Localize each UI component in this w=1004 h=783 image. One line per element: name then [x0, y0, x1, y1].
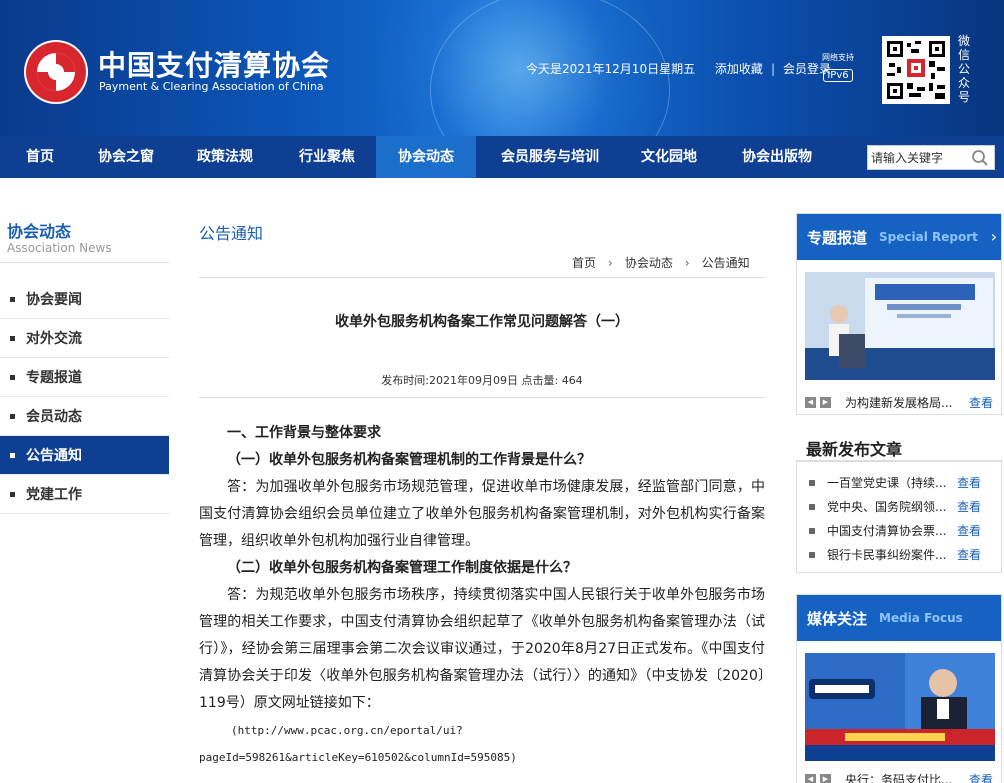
- special-report-box: 专题报道 Special Report › ◀ ▶ 为构建新发展格局... 查看: [796, 213, 1002, 415]
- article-title: 收单外包服务机构备案工作常见问题解答（一）: [335, 314, 629, 330]
- nav-home[interactable]: 首页: [0, 136, 80, 178]
- bullet-icon: [809, 551, 815, 558]
- list-item[interactable]: 中国支付清算协会票... 查看: [809, 522, 995, 539]
- search-input[interactable]: [868, 146, 968, 169]
- org-name-en: Payment & Clearing Association of China: [99, 80, 324, 93]
- latest-articles-list: 一百堂党史课（持续... 查看 党中央、国务院纲领... 查看 中国支付清算协会票.…: [796, 460, 1002, 573]
- top-links: 今天是2021年12月10日星期五 添加收藏 | 会员登录: [526, 60, 831, 77]
- breadcrumb-notices[interactable]: 公告通知: [702, 254, 750, 271]
- nav-association-news[interactable]: 协会动态: [376, 136, 476, 178]
- latest-articles-title: 最新发布文章: [806, 440, 903, 459]
- wechat-label: 微信公众号: [958, 34, 971, 104]
- divider: [199, 397, 765, 398]
- list-item[interactable]: 党中央、国务院纲领... 查看: [809, 498, 995, 515]
- sidebar-item-association-news[interactable]: 协会要闻: [0, 280, 169, 319]
- org-name-cn: 中国支付清算协会: [98, 49, 331, 82]
- bullet-icon: [10, 374, 15, 380]
- search-box: [867, 145, 995, 170]
- article-url-line-1[interactable]: (http://www.pcac.org.cn/eportal/ui?: [199, 717, 765, 744]
- answer-1: 答：为加强收单外包服务市场规范管理，促进收单市场健康发展，经监管部门同意，中国支…: [199, 479, 765, 549]
- bullet-icon: [809, 527, 815, 534]
- media-focus-photo[interactable]: [805, 653, 995, 761]
- nav-publications[interactable]: 协会出版物: [714, 136, 840, 178]
- question-2: （二）收单外包服务机构备案管理工作制度依据是什么？: [227, 560, 577, 576]
- question-1: （一）收单外包服务机构备案管理机制的工作背景是什么？: [227, 452, 591, 468]
- divider: |: [770, 61, 775, 76]
- section-title: 公告通知: [199, 224, 264, 243]
- sidebar-subtitle: Association News: [7, 241, 112, 255]
- sidebar-item-special-report[interactable]: 专题报道: [0, 358, 169, 397]
- chevron-right-icon: ›: [608, 255, 613, 270]
- next-icon[interactable]: ▶: [820, 774, 831, 783]
- sidebar-item-external-exchange[interactable]: 对外交流: [0, 319, 169, 358]
- prev-icon[interactable]: ◀: [805, 774, 816, 783]
- breadcrumb-association-news[interactable]: 协会动态: [625, 254, 673, 271]
- breadcrumb-home[interactable]: 首页: [572, 254, 596, 271]
- bullet-icon: [809, 503, 815, 510]
- special-report-more-link[interactable]: 查看: [969, 394, 993, 411]
- prev-icon[interactable]: ◀: [805, 397, 816, 408]
- association-logo-icon[interactable]: [24, 40, 88, 104]
- next-icon[interactable]: ▶: [820, 397, 831, 408]
- nav-association-window[interactable]: 协会之窗: [80, 136, 172, 178]
- date-text: 今天是2021年12月10日星期五: [526, 62, 696, 76]
- wechat-qr-code: [882, 36, 950, 104]
- special-report-photo[interactable]: [805, 272, 995, 380]
- sidebar-title: 协会动态: [7, 222, 72, 241]
- nav-culture[interactable]: 文化园地: [624, 136, 714, 178]
- ipv6-badge: 网络支持 IPv6: [822, 53, 854, 82]
- bullet-icon: [10, 413, 15, 419]
- bullet-icon: [809, 479, 815, 486]
- site-header: 中国支付清算协会 Payment & Clearing Association …: [0, 0, 1004, 136]
- media-focus-caption: ◀ ▶ 央行：务码支付比... 查看: [805, 771, 995, 783]
- breadcrumb: 首页 › 协会动态 › 公告通知: [572, 254, 750, 271]
- bullet-icon: [10, 296, 15, 302]
- heading-1: 一、工作背景与整体要求: [227, 425, 381, 441]
- sidebar-item-member-news[interactable]: 会员动态: [0, 397, 169, 436]
- list-item[interactable]: 银行卡民事纠纷案件... 查看: [809, 546, 995, 563]
- nav-member-service[interactable]: 会员服务与培训: [476, 136, 624, 178]
- nav-policy[interactable]: 政策法规: [172, 136, 278, 178]
- add-favorite-link[interactable]: 添加收藏: [715, 60, 763, 77]
- special-report-caption: ◀ ▶ 为构建新发展格局... 查看: [805, 394, 995, 411]
- list-item[interactable]: 一百堂党史课（持续... 查看: [809, 474, 995, 491]
- media-focus-box: 媒体关注 Media Focus ◀ ▶ 央行：务码支付比... 查看: [796, 594, 1002, 783]
- bullet-icon: [10, 335, 15, 341]
- search-icon[interactable]: [971, 149, 989, 171]
- chevron-right-icon[interactable]: ›: [991, 227, 997, 246]
- divider: [199, 277, 765, 278]
- media-focus-header[interactable]: 媒体关注 Media Focus: [797, 595, 1001, 641]
- main-nav: 首页 协会之窗 政策法规 行业聚焦 协会动态 会员服务与培训 文化园地 协会出版…: [0, 136, 1004, 178]
- chevron-right-icon: ›: [684, 255, 690, 270]
- bullet-icon: [10, 491, 15, 497]
- special-report-header[interactable]: 专题报道 Special Report ›: [797, 214, 1001, 260]
- divider: [0, 262, 169, 263]
- sidebar-item-party-building[interactable]: 党建工作: [0, 475, 169, 514]
- nav-industry-focus[interactable]: 行业聚焦: [278, 136, 376, 178]
- sidebar-menu: 协会要闻 对外交流 专题报道 会员动态 公告通知 党建工作: [0, 280, 169, 514]
- answer-2: 答：为规范收单外包服务市场秩序，持续贯彻落实中国人民银行关于收单外包服务市场管理…: [199, 587, 765, 711]
- article-meta: 发布时间:2021年09月09日 点击量: 464: [381, 374, 583, 387]
- article-body: 一、工作背景与整体要求 （一）收单外包服务机构备案管理机制的工作背景是什么？ 答…: [199, 420, 765, 771]
- sidebar-item-notices[interactable]: 公告通知: [0, 436, 169, 475]
- media-focus-more-link[interactable]: 查看: [969, 771, 993, 783]
- bullet-icon: [10, 452, 15, 458]
- article-url-line-2[interactable]: pageId=598261&articleKey=610502&columnId…: [199, 744, 765, 771]
